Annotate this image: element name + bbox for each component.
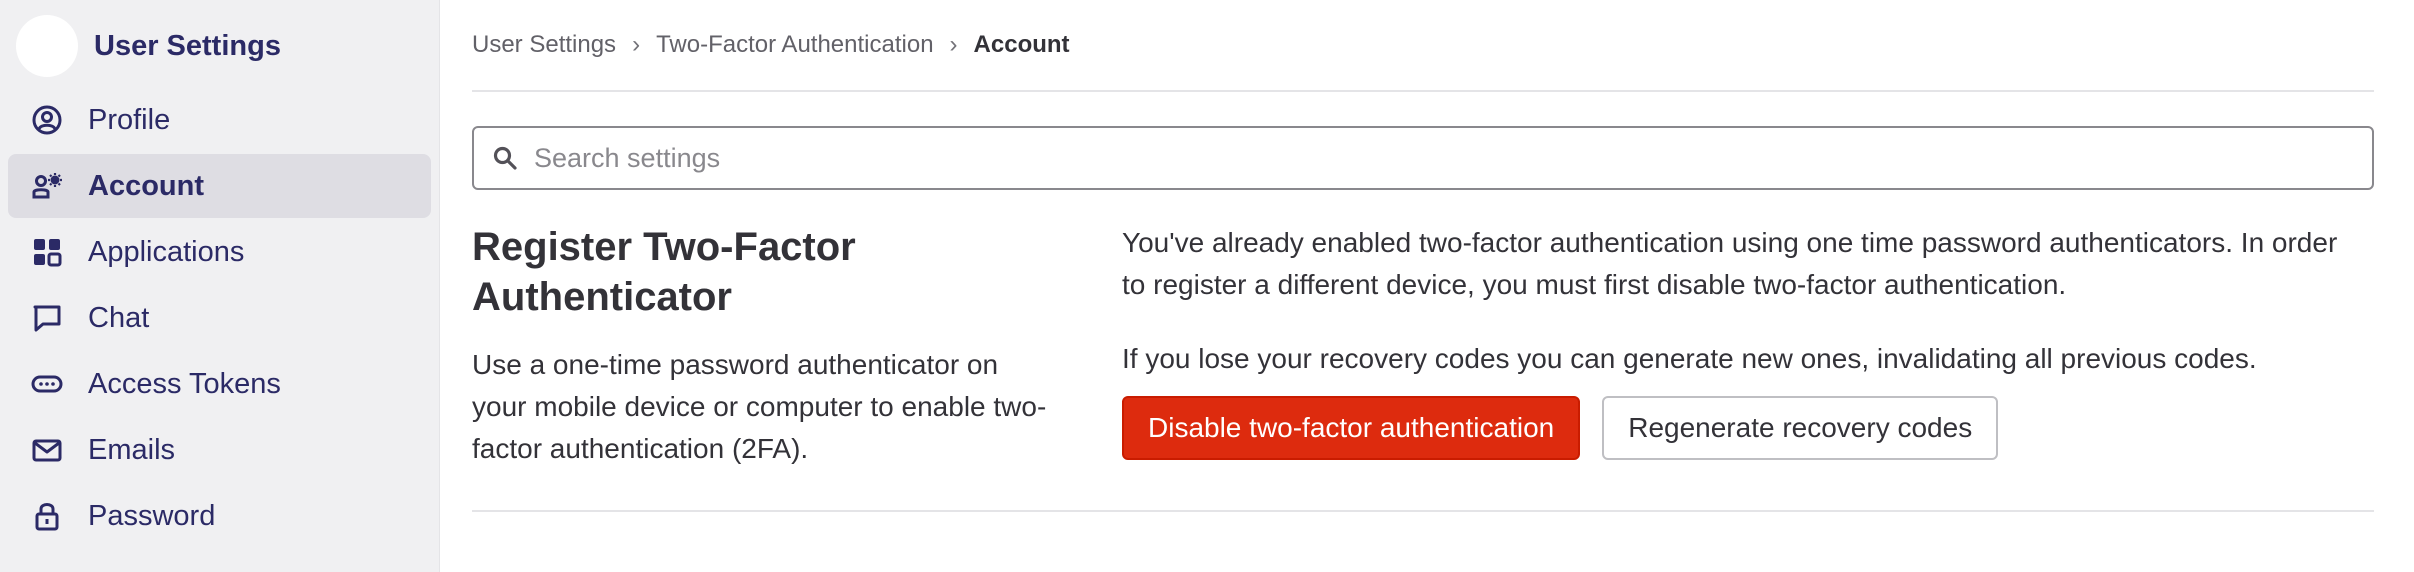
sidebar-item-label: Chat [88, 301, 150, 334]
sidebar-header: User Settings [8, 12, 431, 80]
sidebar-item-account[interactable]: Account [8, 154, 431, 218]
account-icon [30, 169, 64, 203]
sidebar-item-label: Account [88, 169, 204, 202]
chevron-right-icon: › [949, 31, 958, 58]
sidebar-item-label: Profile [88, 103, 171, 136]
already-enabled-text: You've already enabled two-factor authen… [1122, 227, 2338, 300]
breadcrumb-two-factor[interactable]: Two-Factor Authentication [656, 31, 933, 59]
sidebar-item-chat[interactable]: Chat [8, 286, 431, 350]
applications-icon [30, 235, 64, 269]
app-window: User Settings Profile Account Applicatio… [0, 0, 2414, 572]
chevron-right-icon: › [632, 31, 641, 58]
sidebar-title: User Settings [94, 29, 281, 62]
mail-icon [30, 433, 64, 467]
disable-2fa-button[interactable]: Disable two-factor authentication [1122, 396, 1581, 460]
sidebar-item-label: Access Tokens [88, 367, 281, 400]
sidebar-item-emails[interactable]: Emails [8, 418, 431, 482]
sidebar: User Settings Profile Account Applicatio… [0, 0, 440, 572]
chat-icon [30, 301, 64, 335]
avatar[interactable] [16, 15, 78, 77]
breadcrumb-current: Account [973, 31, 1070, 58]
regenerate-codes-button[interactable]: Regenerate recovery codes [1602, 396, 1999, 460]
main-content: User Settings › Two-Factor Authenticatio… [440, 0, 2414, 572]
sidebar-item-profile[interactable]: Profile [8, 88, 431, 152]
recovery-codes-text: If you lose your recovery codes you can … [1122, 343, 2257, 374]
action-buttons: Disable two-factor authentication Regene… [1122, 396, 2374, 460]
breadcrumb: User Settings › Two-Factor Authenticatio… [472, 0, 2374, 92]
section-info: Register Two-Factor Authenticator Use a … [472, 222, 1122, 470]
search-icon [492, 145, 518, 171]
sidebar-item-label: Applications [88, 235, 245, 268]
profile-icon [30, 103, 64, 137]
section-description: Use a one-time password authenticator on… [472, 349, 1047, 464]
sidebar-item-password[interactable]: Password [8, 484, 431, 548]
breadcrumb-user-settings[interactable]: User Settings [472, 31, 616, 59]
section-title: Register Two-Factor Authenticator [472, 225, 856, 319]
sidebar-item-applications[interactable]: Applications [8, 220, 431, 284]
two-factor-section: Register Two-Factor Authenticator Use a … [472, 222, 2374, 512]
token-icon [30, 367, 64, 401]
sidebar-item-access-tokens[interactable]: Access Tokens [8, 352, 431, 416]
search-box[interactable] [472, 126, 2374, 190]
section-body: You've already enabled two-factor authen… [1122, 222, 2374, 470]
sidebar-item-label: Password [88, 499, 216, 532]
sidebar-item-label: Emails [88, 433, 176, 466]
lock-icon [30, 499, 64, 533]
search-input[interactable] [534, 142, 2372, 174]
